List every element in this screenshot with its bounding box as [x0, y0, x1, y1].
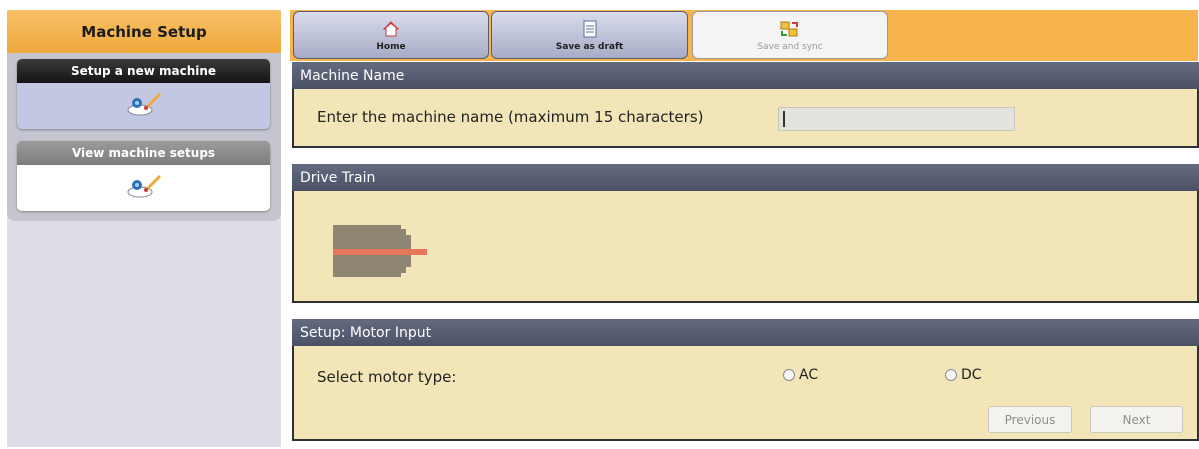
sidebar-title: Machine Setup: [7, 10, 281, 53]
drive-train-header: Drive Train: [292, 164, 1199, 191]
sidebar-item-label: Setup a new machine: [17, 59, 270, 83]
save-as-draft-label: Save as draft: [555, 42, 624, 52]
machine-name-prompt: Enter the machine name (maximum 15 chara…: [317, 108, 704, 126]
machine-name-header: Machine Name: [292, 62, 1199, 89]
save-and-sync-button[interactable]: Save and sync: [692, 11, 888, 59]
motor-input-header: Setup: Motor Input: [292, 319, 1199, 346]
home-button[interactable]: Home: [293, 11, 489, 59]
toolbar: Home Save as draft Save and sync: [290, 10, 1198, 61]
radio-label: AC: [799, 367, 819, 383]
previous-button[interactable]: Previous: [988, 406, 1072, 433]
machine-setup-icon: [124, 172, 164, 204]
machine-setup-icon: [124, 90, 164, 122]
home-label: Home: [376, 42, 406, 52]
machine-name-input[interactable]: [778, 107, 1015, 131]
sync-icon: [779, 19, 801, 39]
sidebar: Machine Setup Setup a new machine View m…: [7, 10, 281, 447]
sidebar-item-view-machine-setups[interactable]: View machine setups: [17, 141, 270, 211]
motor-type-prompt: Select motor type:: [317, 368, 457, 386]
radio-circle-icon: [783, 369, 795, 381]
save-as-draft-button[interactable]: Save as draft: [491, 11, 688, 59]
next-button[interactable]: Next: [1090, 406, 1183, 433]
motor-shaft-icon: [333, 225, 433, 281]
radio-circle-icon: [945, 369, 957, 381]
motor-type-dc-radio[interactable]: DC: [945, 367, 982, 383]
text-caret: [783, 111, 785, 127]
sidebar-panel: Setup a new machine View machine setups: [7, 53, 281, 221]
save-and-sync-label: Save and sync: [757, 42, 823, 52]
sidebar-item-label: View machine setups: [17, 141, 270, 165]
home-icon: [380, 19, 402, 39]
sidebar-item-setup-new-machine[interactable]: Setup a new machine: [17, 59, 270, 129]
radio-label: DC: [961, 367, 982, 383]
motor-type-ac-radio[interactable]: AC: [783, 367, 818, 383]
document-icon: [579, 19, 601, 39]
